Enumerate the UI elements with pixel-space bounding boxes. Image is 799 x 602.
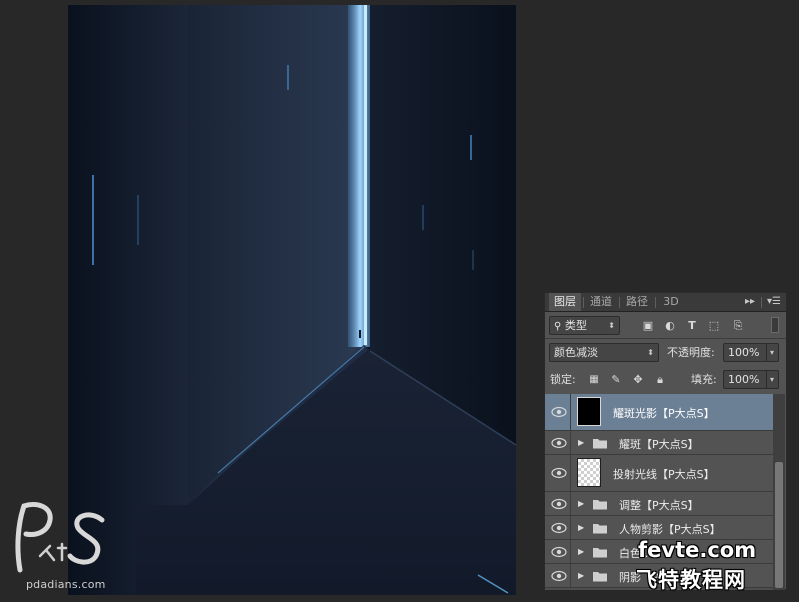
- expand-triangle-icon[interactable]: ▶: [578, 571, 586, 581]
- image-filter-icon[interactable]: ▣: [641, 319, 655, 333]
- layer-row[interactable]: 耀斑光影【P大点S】: [545, 394, 774, 431]
- tab-paths[interactable]: 路径: [623, 293, 651, 311]
- layer-name: 人物剪影【P大点S】: [619, 523, 721, 536]
- expand-triangle-icon[interactable]: ▶: [578, 499, 586, 509]
- layer-group-row[interactable]: ▶ 调整【P大点S】: [545, 492, 774, 516]
- lock-image-brush-icon[interactable]: ✎: [609, 373, 623, 387]
- lock-label: 锁定:: [550, 373, 576, 386]
- layer-name: 耀斑光影【P大点S】: [613, 407, 715, 420]
- chevron-down-icon[interactable]: ▾: [765, 371, 774, 389]
- eye-visibility-icon[interactable]: [551, 570, 567, 582]
- tab-layers[interactable]: 图层: [549, 293, 581, 311]
- pdadians-watermark: pdadians.com: [6, 498, 116, 598]
- tab-channels[interactable]: 通道: [587, 293, 615, 311]
- opacity-label: 不透明度:: [667, 346, 715, 359]
- watermark-url: pdadians.com: [26, 578, 106, 591]
- eye-visibility-icon[interactable]: [551, 437, 567, 449]
- folder-icon: [593, 500, 607, 510]
- layer-row[interactable]: 投射光线【P大点S】: [545, 455, 774, 492]
- layer-name: 投射光线【P大点S】: [613, 468, 715, 481]
- lock-transparent-icon[interactable]: ▦: [587, 373, 601, 387]
- type-filter-icon[interactable]: T: [685, 319, 699, 333]
- layer-name: 耀斑【P大点S】: [619, 438, 699, 451]
- watermark-site-name: 飞特教程网: [636, 568, 746, 592]
- fill-field[interactable]: 100% ▾: [723, 370, 779, 389]
- eye-visibility-icon[interactable]: [551, 522, 567, 534]
- filter-toggle-switch[interactable]: [771, 317, 779, 333]
- layer-group-row[interactable]: ▶ 耀斑【P大点S】: [545, 431, 774, 455]
- eye-visibility-icon[interactable]: [551, 406, 567, 418]
- eye-visibility-icon[interactable]: [551, 467, 567, 479]
- ps-logo-icon: [15, 502, 105, 573]
- expand-triangle-icon[interactable]: ▶: [578, 438, 586, 448]
- panel-menu-icon[interactable]: ▾☰: [767, 293, 781, 311]
- fevte-watermark: fevte.com 飞特教程网: [628, 538, 798, 598]
- panel-collapse-icon[interactable]: ▸▸: [745, 293, 755, 311]
- layer-group-row[interactable]: ▶ 人物剪影【P大点S】: [545, 516, 774, 540]
- layer-name: 调整【P大点S】: [619, 499, 699, 512]
- opacity-value: 100%: [728, 346, 760, 359]
- watermark-site-url: fevte.com: [638, 538, 757, 562]
- shape-filter-icon[interactable]: ⬚: [707, 319, 721, 333]
- adjustment-filter-icon[interactable]: ◐: [663, 319, 677, 333]
- fill-value: 100%: [728, 373, 760, 386]
- layer-filter-kind-select[interactable]: ⚲ 类型 ⬍: [549, 316, 620, 335]
- search-icon: ⚲: [554, 321, 562, 332]
- eye-visibility-icon[interactable]: [551, 498, 567, 510]
- folder-icon: [593, 548, 607, 558]
- folder-icon: [593, 439, 607, 449]
- lock-position-move-icon[interactable]: ✥: [631, 373, 645, 387]
- opacity-field[interactable]: 100% ▾: [723, 343, 779, 362]
- document-canvas[interactable]: [68, 5, 516, 595]
- blend-mode-value: 颜色减淡: [554, 346, 598, 359]
- blend-mode-select[interactable]: 颜色减淡 ⬍: [549, 343, 659, 362]
- chevron-down-icon[interactable]: ▾: [765, 344, 774, 362]
- panel-tab-bar: 图层 通道 路径 3D ▸▸ ▾☰: [545, 293, 786, 312]
- tab-3d[interactable]: 3D: [659, 293, 683, 311]
- expand-triangle-icon[interactable]: ▶: [578, 547, 586, 557]
- updown-arrows-icon: ⬍: [647, 348, 654, 357]
- filter-kind-label: 类型: [564, 319, 587, 332]
- expand-triangle-icon[interactable]: ▶: [578, 523, 586, 533]
- scene-artwork: [68, 5, 516, 595]
- folder-icon: [593, 572, 607, 582]
- updown-arrows-icon: ⬍: [608, 321, 615, 330]
- eye-visibility-icon[interactable]: [551, 546, 567, 558]
- fill-label: 填充:: [691, 373, 717, 386]
- layer-thumbnail: [577, 458, 601, 487]
- smart-object-filter-icon[interactable]: ⎘: [731, 319, 745, 333]
- layer-thumbnail: [577, 397, 601, 426]
- folder-icon: [593, 524, 607, 534]
- lock-all-padlock-icon[interactable]: 🔒︎: [653, 373, 667, 387]
